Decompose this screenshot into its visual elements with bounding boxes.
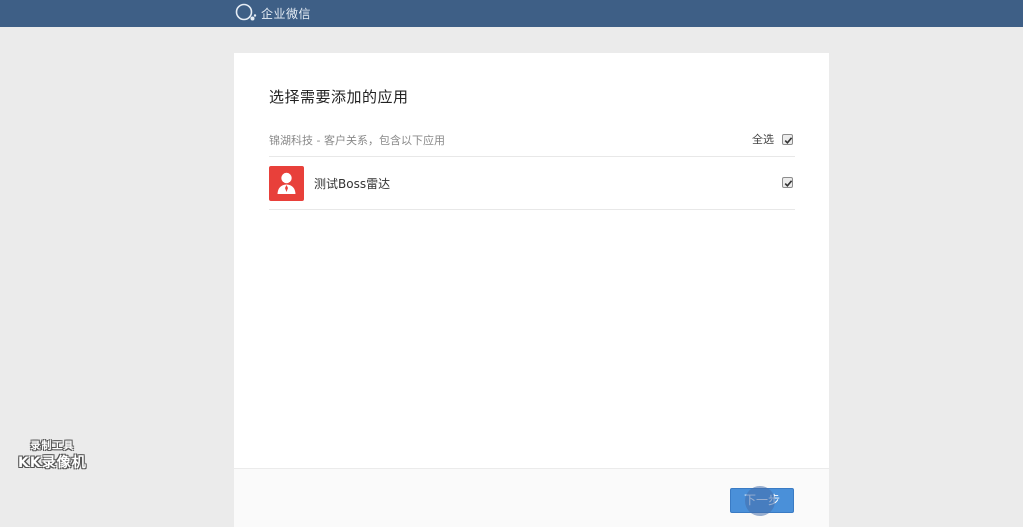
dialog-title: 选择需要添加的应用: [269, 88, 409, 106]
select-all-label[interactable]: 全选: [752, 131, 774, 147]
list-item[interactable]: 测试Boss雷达: [269, 157, 795, 210]
app-icon: [269, 166, 304, 201]
brand-name: 企业微信: [261, 6, 312, 21]
checkmark-icon: [784, 136, 793, 144]
recorder-watermark: 录制工具 KK录像机: [18, 437, 87, 472]
checkmark-icon: [784, 180, 793, 187]
mouse-cursor-highlight: [745, 486, 775, 516]
app-group-header: 锦湖科技 - 客户关系，包含以下应用 全选: [269, 128, 795, 157]
top-bar: 企业微信: [0, 0, 1023, 27]
app-select-dialog: 选择需要添加的应用 锦湖科技 - 客户关系，包含以下应用 全选 测试Boss雷达: [234, 53, 829, 527]
app-checkbox[interactable]: [782, 177, 793, 188]
app-group-label: 锦湖科技 - 客户关系，包含以下应用: [269, 134, 445, 147]
person-icon: [277, 172, 296, 194]
brand[interactable]: 企业微信: [234, 3, 311, 23]
select-all-control[interactable]: 全选: [752, 131, 793, 147]
watermark-line1: 录制工具: [30, 441, 75, 452]
select-all-checkbox[interactable]: [782, 133, 793, 145]
watermark-line2: KK录像机: [18, 455, 87, 471]
app-name: 测试Boss雷达: [314, 177, 391, 191]
wechat-work-logo-icon: [235, 3, 257, 21]
